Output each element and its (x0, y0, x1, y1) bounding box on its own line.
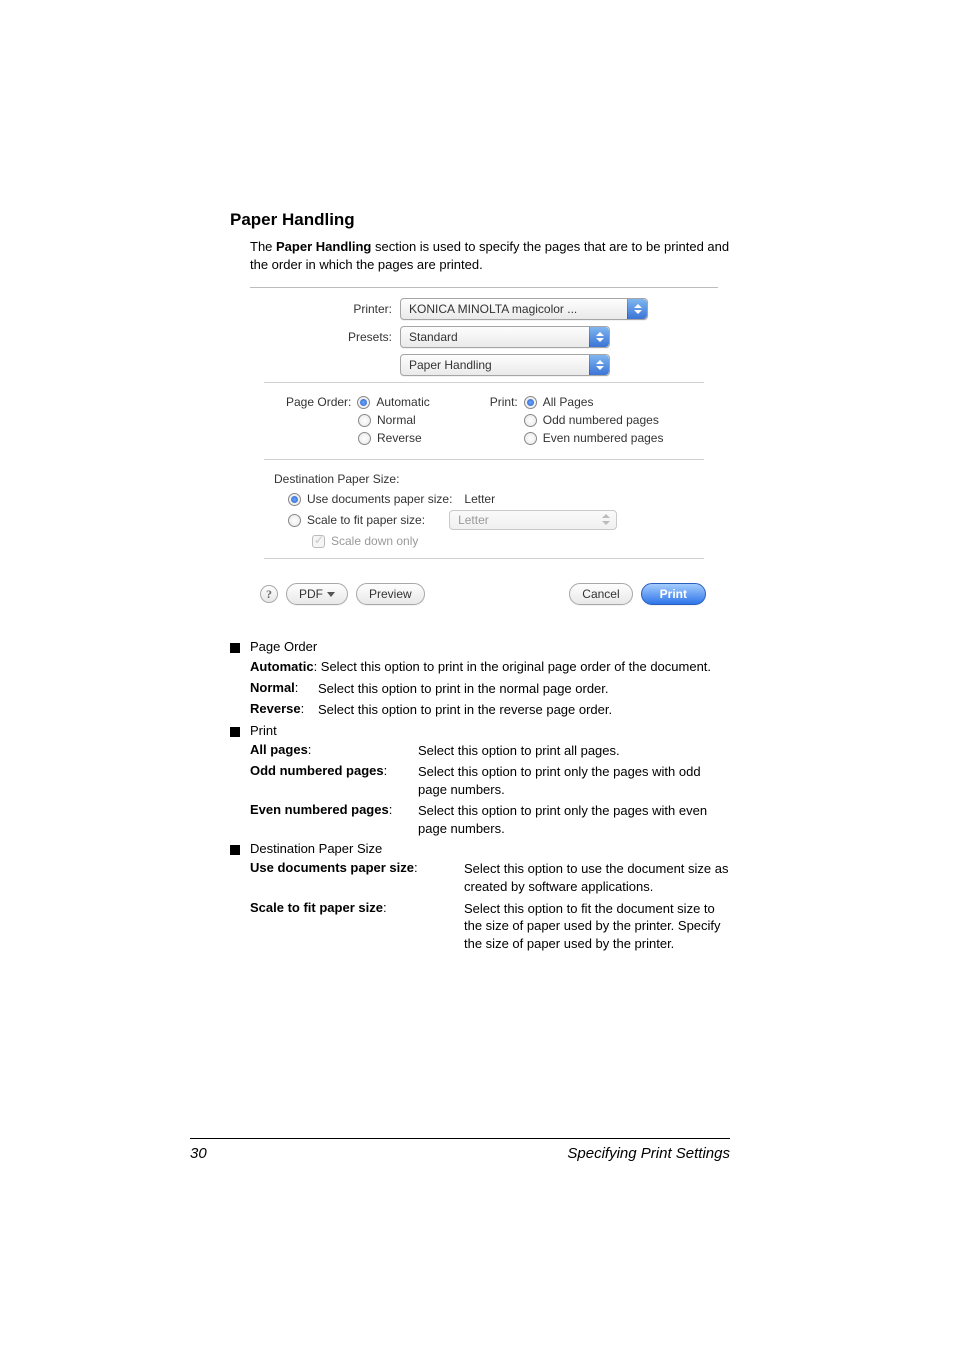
item-all-pages: All pages: Select this option to print a… (250, 742, 730, 760)
preview-label: Preview (369, 587, 412, 601)
pdf-label: PDF (299, 587, 323, 601)
term-odd-pages: Odd numbered pages (250, 763, 384, 778)
term-all-pages: All pages (250, 742, 308, 757)
radio-automatic-label: Automatic (376, 395, 429, 409)
destination-label: Destination Paper Size: (274, 472, 704, 486)
print-label: Print (660, 587, 687, 601)
footer-divider (190, 1138, 730, 1139)
help-button[interactable]: ? (260, 585, 278, 603)
panel-value: Paper Handling (409, 358, 492, 372)
chevron-updown-icon (627, 299, 647, 319)
radio-normal[interactable] (358, 414, 371, 427)
term-even-pages: Even numbered pages (250, 802, 389, 817)
square-bullet-icon (230, 643, 240, 653)
item-scale-fit: Scale to fit paper size: Select this opt… (250, 900, 730, 953)
radio-even-pages[interactable] (524, 432, 537, 445)
radio-reverse[interactable] (358, 432, 371, 445)
radio-use-doc-size-label: Use documents paper size: (307, 492, 452, 506)
bullet-print: Print (230, 723, 730, 738)
print-button[interactable]: Print (641, 583, 706, 605)
presets-value: Standard (409, 330, 458, 344)
desc-normal: Select this option to print in the norma… (318, 680, 730, 698)
page-order-label: Page Order: (286, 395, 351, 409)
printer-value: KONICA MINOLTA magicolor ... (409, 302, 577, 316)
desc-even-pages: Select this option to print only the pag… (418, 802, 730, 837)
intro-pre: The (250, 239, 276, 254)
use-doc-size-value: Letter (464, 492, 495, 506)
term-use-doc: Use documents paper size (250, 860, 414, 875)
bullet-page-order-text: Page Order (250, 639, 317, 654)
section-title: Specifying Print Settings (567, 1145, 730, 1162)
term-normal: Normal (250, 680, 295, 695)
page-number: 30 (190, 1145, 207, 1162)
item-odd-pages: Odd numbered pages: Select this option t… (250, 763, 730, 798)
chevron-down-icon (327, 592, 335, 597)
square-bullet-icon (230, 845, 240, 855)
item-even-pages: Even numbered pages: Select this option … (250, 802, 730, 837)
page-order-group: Page Order: Automatic Normal Reverse (290, 395, 430, 449)
checkbox-scale-down-label: Scale down only (331, 534, 418, 548)
item-normal: Normal: Select this option to print in t… (250, 680, 730, 698)
divider (264, 558, 704, 559)
desc-odd-pages: Select this option to print only the pag… (418, 763, 730, 798)
cancel-button[interactable]: Cancel (569, 583, 632, 605)
item-use-doc: Use documents paper size: Select this op… (250, 860, 730, 895)
chevron-updown-icon (589, 327, 609, 347)
chevron-updown-icon (602, 514, 612, 526)
item-automatic: Automatic: Select this option to print i… (250, 658, 730, 676)
printer-label: Printer: (264, 302, 400, 316)
radio-normal-label: Normal (377, 413, 416, 427)
bullet-print-text: Print (250, 723, 277, 738)
section-heading: Paper Handling (230, 210, 730, 230)
bullet-page-order: Page Order (230, 639, 730, 654)
desc-use-doc: Select this option to use the document s… (464, 860, 730, 895)
bullet-dest: Destination Paper Size (230, 841, 730, 856)
divider (264, 459, 704, 460)
radio-odd-pages[interactable] (524, 414, 537, 427)
term-reverse: Reverse (250, 701, 301, 716)
radio-even-pages-label: Even numbered pages (543, 431, 664, 445)
radio-reverse-label: Reverse (377, 431, 422, 445)
desc-reverse: Select this option to print in the rever… (318, 701, 730, 719)
intro-text: The Paper Handling section is used to sp… (250, 238, 730, 273)
scale-paper-select: Letter (449, 510, 617, 530)
pdf-button[interactable]: PDF (286, 583, 348, 605)
bullet-dest-text: Destination Paper Size (250, 841, 382, 856)
cancel-label: Cancel (582, 587, 619, 601)
print-dialog: Printer: KONICA MINOLTA magicolor ... Pr… (250, 287, 718, 613)
presets-label: Presets: (264, 330, 400, 344)
desc-all-pages: Select this option to print all pages. (418, 742, 730, 760)
radio-use-doc-size[interactable] (288, 493, 301, 506)
radio-scale-fit-label: Scale to fit paper size: (307, 513, 425, 527)
checkbox-scale-down (312, 535, 325, 548)
scale-paper-value: Letter (458, 513, 489, 527)
preview-button[interactable]: Preview (356, 583, 425, 605)
square-bullet-icon (230, 727, 240, 737)
presets-select[interactable]: Standard (400, 326, 610, 348)
radio-odd-pages-label: Odd numbered pages (543, 413, 659, 427)
radio-scale-fit[interactable] (288, 514, 301, 527)
term-automatic: Automatic (250, 659, 314, 674)
panel-select[interactable]: Paper Handling (400, 354, 610, 376)
radio-all-pages-label: All Pages (543, 395, 594, 409)
term-scale-fit: Scale to fit paper size (250, 900, 383, 915)
radio-all-pages[interactable] (524, 396, 537, 409)
print-group: Print: All Pages Odd numbered pages Even… (490, 395, 664, 449)
divider (264, 382, 704, 383)
radio-automatic[interactable] (357, 396, 370, 409)
desc-scale-fit: Select this option to fit the document s… (464, 900, 730, 953)
chevron-updown-icon (589, 355, 609, 375)
page-footer: 30 Specifying Print Settings (190, 1138, 730, 1162)
desc-automatic: : Select this option to print in the ori… (314, 659, 711, 674)
item-reverse: Reverse: Select this option to print in … (250, 701, 730, 719)
printer-select[interactable]: KONICA MINOLTA magicolor ... (400, 298, 648, 320)
print-label: Print: (490, 395, 518, 409)
intro-bold: Paper Handling (276, 239, 371, 254)
